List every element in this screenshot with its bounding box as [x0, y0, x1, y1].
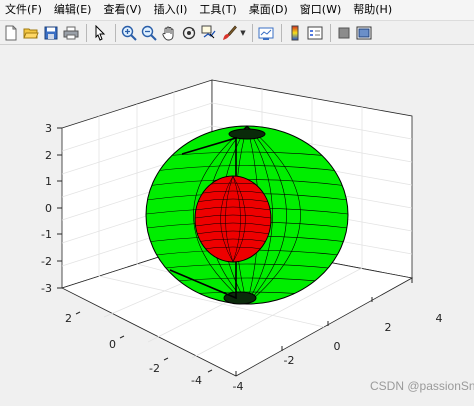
- pan-hand-icon[interactable]: [160, 24, 178, 42]
- data-cursor-icon[interactable]: [200, 24, 218, 42]
- hide-plot-tools-icon[interactable]: [335, 24, 353, 42]
- figure-toolbar: ▼: [0, 21, 474, 45]
- menu-help[interactable]: 帮助(H): [347, 0, 398, 20]
- inner-sphere-surface: [194, 175, 272, 263]
- brush-icon[interactable]: [220, 24, 238, 42]
- figure-canvas[interactable]: 3 2 1 0 -1 -2 -3 2 0 -2 -4 -4 -2 0 2 4 C…: [0, 46, 474, 402]
- menu-edit[interactable]: 编辑(E): [48, 0, 98, 20]
- svg-text:0: 0: [109, 338, 116, 351]
- axes-3d[interactable]: 3 2 1 0 -1 -2 -3 2 0 -2 -4 -4 -2 0 2 4 C…: [0, 46, 474, 402]
- toolbar-separator: [86, 23, 87, 42]
- print-icon[interactable]: [62, 24, 80, 42]
- rotate-3d-icon[interactable]: [180, 24, 198, 42]
- menu-desktop[interactable]: 桌面(D): [243, 0, 294, 20]
- z-tick: -2: [41, 255, 62, 268]
- toolbar-separator: [281, 23, 282, 42]
- svg-text:0: 0: [334, 340, 341, 353]
- y-tick: 0: [109, 335, 125, 351]
- watermark-text: CSDN @passionSnail: [370, 379, 474, 393]
- svg-text:-1: -1: [41, 228, 52, 241]
- menu-bar: 文件(F) 编辑(E) 查看(V) 插入(I) 工具(T) 桌面(D) 窗口(W…: [0, 0, 474, 21]
- svg-text:3: 3: [45, 122, 52, 135]
- svg-text:2: 2: [385, 321, 392, 334]
- z-tick: 1: [45, 175, 62, 188]
- svg-text:-3: -3: [41, 282, 52, 295]
- toolbar-separator: [115, 23, 116, 42]
- show-plot-tools-icon[interactable]: [355, 24, 373, 42]
- z-tick: 2: [45, 149, 62, 162]
- z-tick: -3: [41, 282, 62, 295]
- menu-tools[interactable]: 工具(T): [193, 0, 242, 20]
- z-tick: 0: [45, 202, 62, 215]
- y-tick: -4: [191, 369, 213, 387]
- new-figure-icon[interactable]: [2, 24, 20, 42]
- svg-text:-4: -4: [233, 380, 244, 393]
- select-pointer-icon[interactable]: [91, 24, 109, 42]
- y-tick: -2: [149, 357, 169, 375]
- menu-insert[interactable]: 插入(I): [148, 0, 194, 20]
- z-axis: 3 2 1 0 -1 -2 -3: [41, 122, 62, 295]
- x-tick: 4: [411, 278, 443, 325]
- zoom-out-icon[interactable]: [140, 24, 158, 42]
- svg-text:-2: -2: [284, 354, 295, 367]
- svg-text:2: 2: [65, 312, 72, 325]
- svg-text:2: 2: [45, 149, 52, 162]
- toolbar-separator: [330, 23, 331, 42]
- svg-text:-2: -2: [149, 362, 160, 375]
- svg-text:0: 0: [45, 202, 52, 215]
- zoom-in-icon[interactable]: [120, 24, 138, 42]
- menu-file[interactable]: 文件(F): [0, 0, 48, 20]
- insert-colorbar-icon[interactable]: [286, 24, 304, 42]
- menu-view[interactable]: 查看(V): [97, 0, 147, 20]
- z-tick: 3: [45, 122, 62, 135]
- save-icon[interactable]: [42, 24, 60, 42]
- svg-text:1: 1: [45, 175, 52, 188]
- x-tick: 2: [371, 297, 392, 334]
- open-file-icon[interactable]: [22, 24, 40, 42]
- svg-text:-4: -4: [191, 374, 202, 387]
- link-plot-icon[interactable]: [257, 24, 275, 42]
- svg-text:4: 4: [436, 312, 443, 325]
- z-tick: -1: [41, 228, 62, 241]
- toolbar-separator: [252, 23, 253, 42]
- y-tick: 2: [65, 311, 81, 325]
- x-tick: 0: [327, 321, 341, 353]
- svg-text:-2: -2: [41, 255, 52, 268]
- menu-window[interactable]: 窗口(W): [294, 0, 347, 20]
- insert-legend-icon[interactable]: [306, 24, 324, 42]
- brush-dropdown-icon[interactable]: ▼: [240, 24, 246, 42]
